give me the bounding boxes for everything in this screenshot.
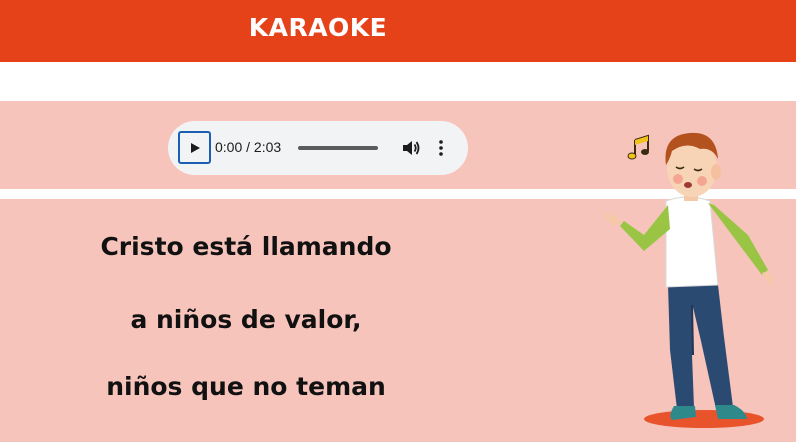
singing-boy-illustration (602, 132, 774, 428)
seek-slider[interactable] (298, 146, 378, 150)
audio-player: 0:00 / 2:03 (168, 121, 468, 175)
more-vert-icon[interactable] (436, 138, 446, 158)
header-bar: KARAOKE (0, 0, 796, 62)
lyric-line: Cristo está llamando (100, 232, 392, 261)
lyric-line: a niños de valor, (130, 305, 362, 334)
play-button[interactable] (178, 131, 211, 164)
spacer-band (0, 62, 796, 101)
page-title: KARAOKE (248, 13, 388, 42)
lyric-line: niños que no teman (106, 372, 386, 401)
play-icon (190, 142, 200, 153)
volume-icon[interactable] (401, 138, 421, 158)
time-display: 0:00 / 2:03 (215, 139, 282, 155)
